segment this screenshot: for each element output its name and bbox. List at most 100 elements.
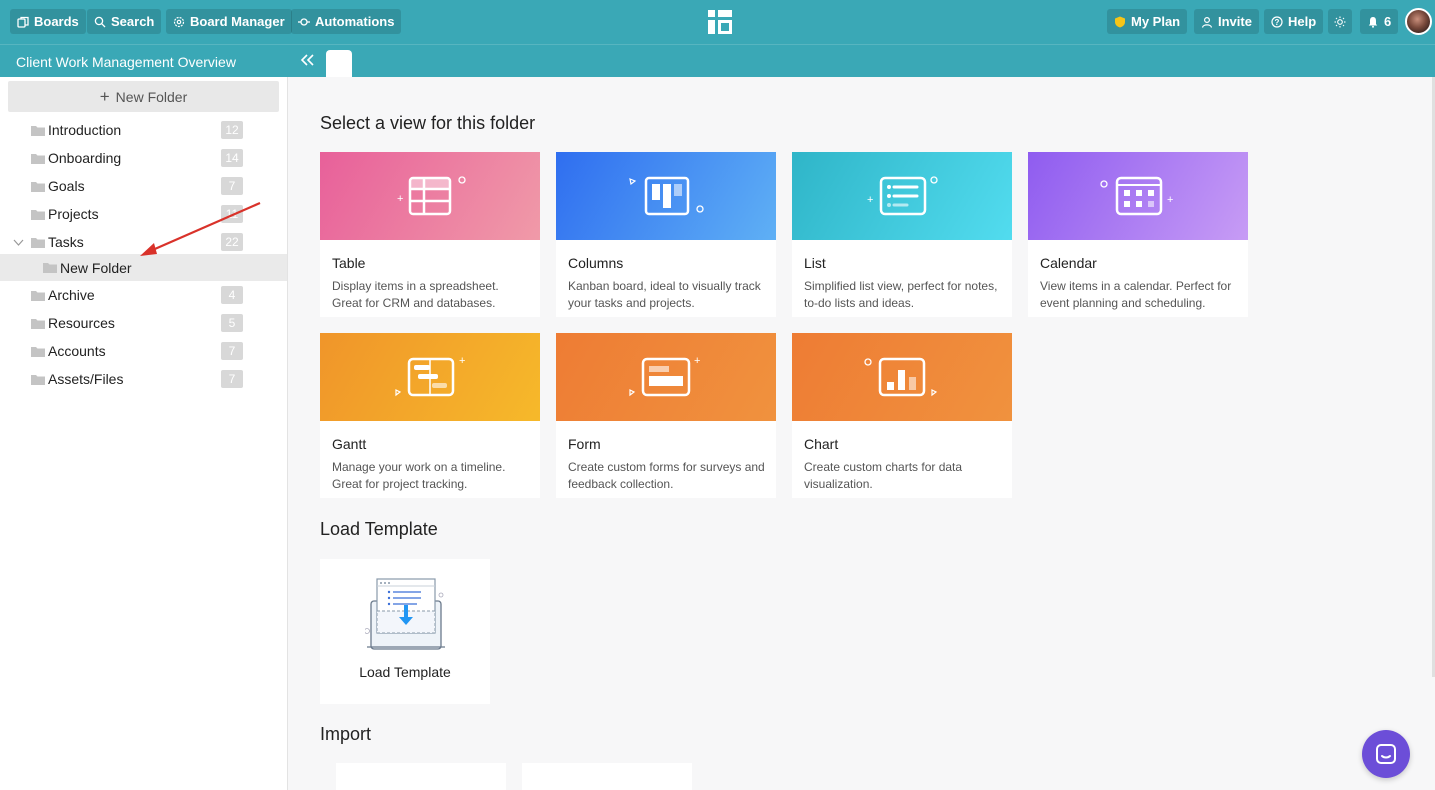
boards-icon <box>17 16 29 28</box>
list-icon: + <box>867 176 938 216</box>
view-card-table[interactable]: + Table Display items in a spreadsheet. … <box>320 152 540 317</box>
plus-icon: + <box>99 86 110 106</box>
annotation-arrow-icon <box>140 201 261 256</box>
automations-icon <box>298 17 310 26</box>
folder-icon <box>31 153 45 164</box>
card-description: Kanban board, ideal to visually track yo… <box>568 279 761 310</box>
svg-text:+: + <box>459 355 465 367</box>
folder-label: Goals <box>48 178 85 194</box>
card-title: Calendar <box>1040 255 1097 271</box>
card-description: Simplified list view, perfect for notes,… <box>804 279 998 310</box>
tab-new-view[interactable] <box>326 50 352 78</box>
search-icon <box>94 16 106 27</box>
form-icon: + <box>629 355 700 397</box>
svg-text:?: ? <box>1275 18 1280 27</box>
card-title: Table <box>332 255 366 271</box>
svg-text:+: + <box>1167 194 1173 206</box>
import-card[interactable] <box>522 763 692 790</box>
automations-button[interactable]: Automations <box>291 9 402 34</box>
main-content: Select a view for this folder + Table Di… <box>288 77 1435 790</box>
svg-text:+: + <box>397 193 403 205</box>
top-navigation-bar: Boards Search Board Manager Automations … <box>0 0 1435 44</box>
my-plan-label: My Plan <box>1131 14 1181 29</box>
app-logo-icon[interactable] <box>706 8 734 36</box>
card-title: Chart <box>804 436 839 452</box>
view-card-form[interactable]: + Form Create custom forms for surveys a… <box>556 333 776 498</box>
board-manager-label: Board Manager <box>190 14 285 29</box>
bar-chart-icon <box>864 357 938 397</box>
sidebar-item-accounts[interactable]: Accounts 7 <box>0 337 287 365</box>
svg-text:+: + <box>694 355 700 367</box>
sidebar-item-introduction[interactable]: Introduction 12 <box>0 116 287 144</box>
folder-icon <box>31 125 45 136</box>
board-title: Client Work Management Overview <box>16 54 236 70</box>
count-badge: 7 <box>221 177 243 195</box>
gantt-icon: + <box>395 355 465 397</box>
folder-label: Introduction <box>48 122 122 138</box>
count-badge: 12 <box>221 121 243 139</box>
count-badge: 5 <box>221 314 243 332</box>
sidebar-item-assets-files[interactable]: Assets/Files 7 <box>0 365 287 393</box>
card-title: Gantt <box>332 436 367 452</box>
help-label: Help <box>1288 14 1317 29</box>
chat-icon <box>1376 744 1396 764</box>
card-title: Columns <box>568 255 624 271</box>
card-banner: + <box>792 152 1012 240</box>
folder-label: Resources <box>48 315 115 331</box>
view-card-columns[interactable]: Columns Kanban board, ideal to visually … <box>556 152 776 317</box>
automations-label: Automations <box>315 14 395 29</box>
kanban-icon <box>629 176 704 216</box>
bell-icon <box>1368 16 1378 28</box>
card-banner <box>792 333 1012 421</box>
folder-label: Assets/Files <box>48 371 124 387</box>
collapse-sidebar-icon[interactable] <box>298 51 316 69</box>
card-description: Create custom charts for data visualizat… <box>804 460 963 491</box>
folder-icon <box>31 209 45 220</box>
import-card[interactable] <box>336 763 506 790</box>
my-plan-button[interactable]: My Plan <box>1107 9 1188 34</box>
new-folder-button[interactable]: + New Folder <box>8 81 279 112</box>
theme-toggle-button[interactable] <box>1328 9 1352 34</box>
sun-icon <box>1334 16 1346 27</box>
load-template-label: Load Template <box>359 664 451 680</box>
chevron-down-icon[interactable] <box>13 237 24 248</box>
svg-text:+: + <box>867 194 873 206</box>
notifications-count: 6 <box>1384 14 1392 29</box>
folder-icon <box>31 290 45 301</box>
sidebar-item-new-folder[interactable]: New Folder <box>0 254 287 281</box>
chat-support-button[interactable] <box>1362 730 1410 778</box>
count-badge: 14 <box>221 149 243 167</box>
help-icon: ? <box>1271 15 1283 28</box>
import-title: Import <box>320 724 372 744</box>
folder-label: Onboarding <box>48 150 122 166</box>
view-card-chart[interactable]: Chart Create custom charts for data visu… <box>792 333 1012 498</box>
notifications-button[interactable]: 6 <box>1360 9 1399 34</box>
folder-icon <box>43 263 57 273</box>
count-badge: 7 <box>221 342 243 360</box>
load-template-title: Load Template <box>320 519 438 539</box>
sidebar-item-archive[interactable]: Archive 4 <box>0 281 287 309</box>
invite-button[interactable]: Invite <box>1194 9 1259 34</box>
avatar[interactable] <box>1405 8 1432 35</box>
card-description: Create custom forms for surveys and feed… <box>568 460 765 491</box>
board-manager-button[interactable]: Board Manager <box>166 9 292 34</box>
user-icon <box>1201 16 1213 28</box>
view-card-calendar[interactable]: + Calendar View items in a calendar. Per… <box>1028 152 1248 317</box>
boards-button[interactable]: Boards <box>10 9 86 34</box>
folder-icon <box>31 318 45 329</box>
card-title: Form <box>568 436 601 452</box>
help-button[interactable]: ? Help <box>1264 9 1324 34</box>
sidebar-item-resources[interactable]: Resources 5 <box>0 309 287 337</box>
view-card-list[interactable]: + List Simplified list view, perfect for… <box>792 152 1012 317</box>
card-description: Display items in a spreadsheet. Great fo… <box>332 279 499 310</box>
card-description: Manage your work on a timeline. Great fo… <box>332 460 506 491</box>
boards-label: Boards <box>34 14 79 29</box>
folder-label: Archive <box>48 287 95 303</box>
view-card-gantt[interactable]: + Gantt Manage your work on a timeline. … <box>320 333 540 498</box>
load-template-card[interactable]: Load Template <box>320 559 490 704</box>
load-template-icon <box>365 578 445 650</box>
sidebar-item-onboarding[interactable]: Onboarding 14 <box>0 144 287 172</box>
sidebar-item-goals[interactable]: Goals 7 <box>0 172 287 200</box>
search-button[interactable]: Search <box>87 9 162 34</box>
card-banner: + <box>1028 152 1248 240</box>
